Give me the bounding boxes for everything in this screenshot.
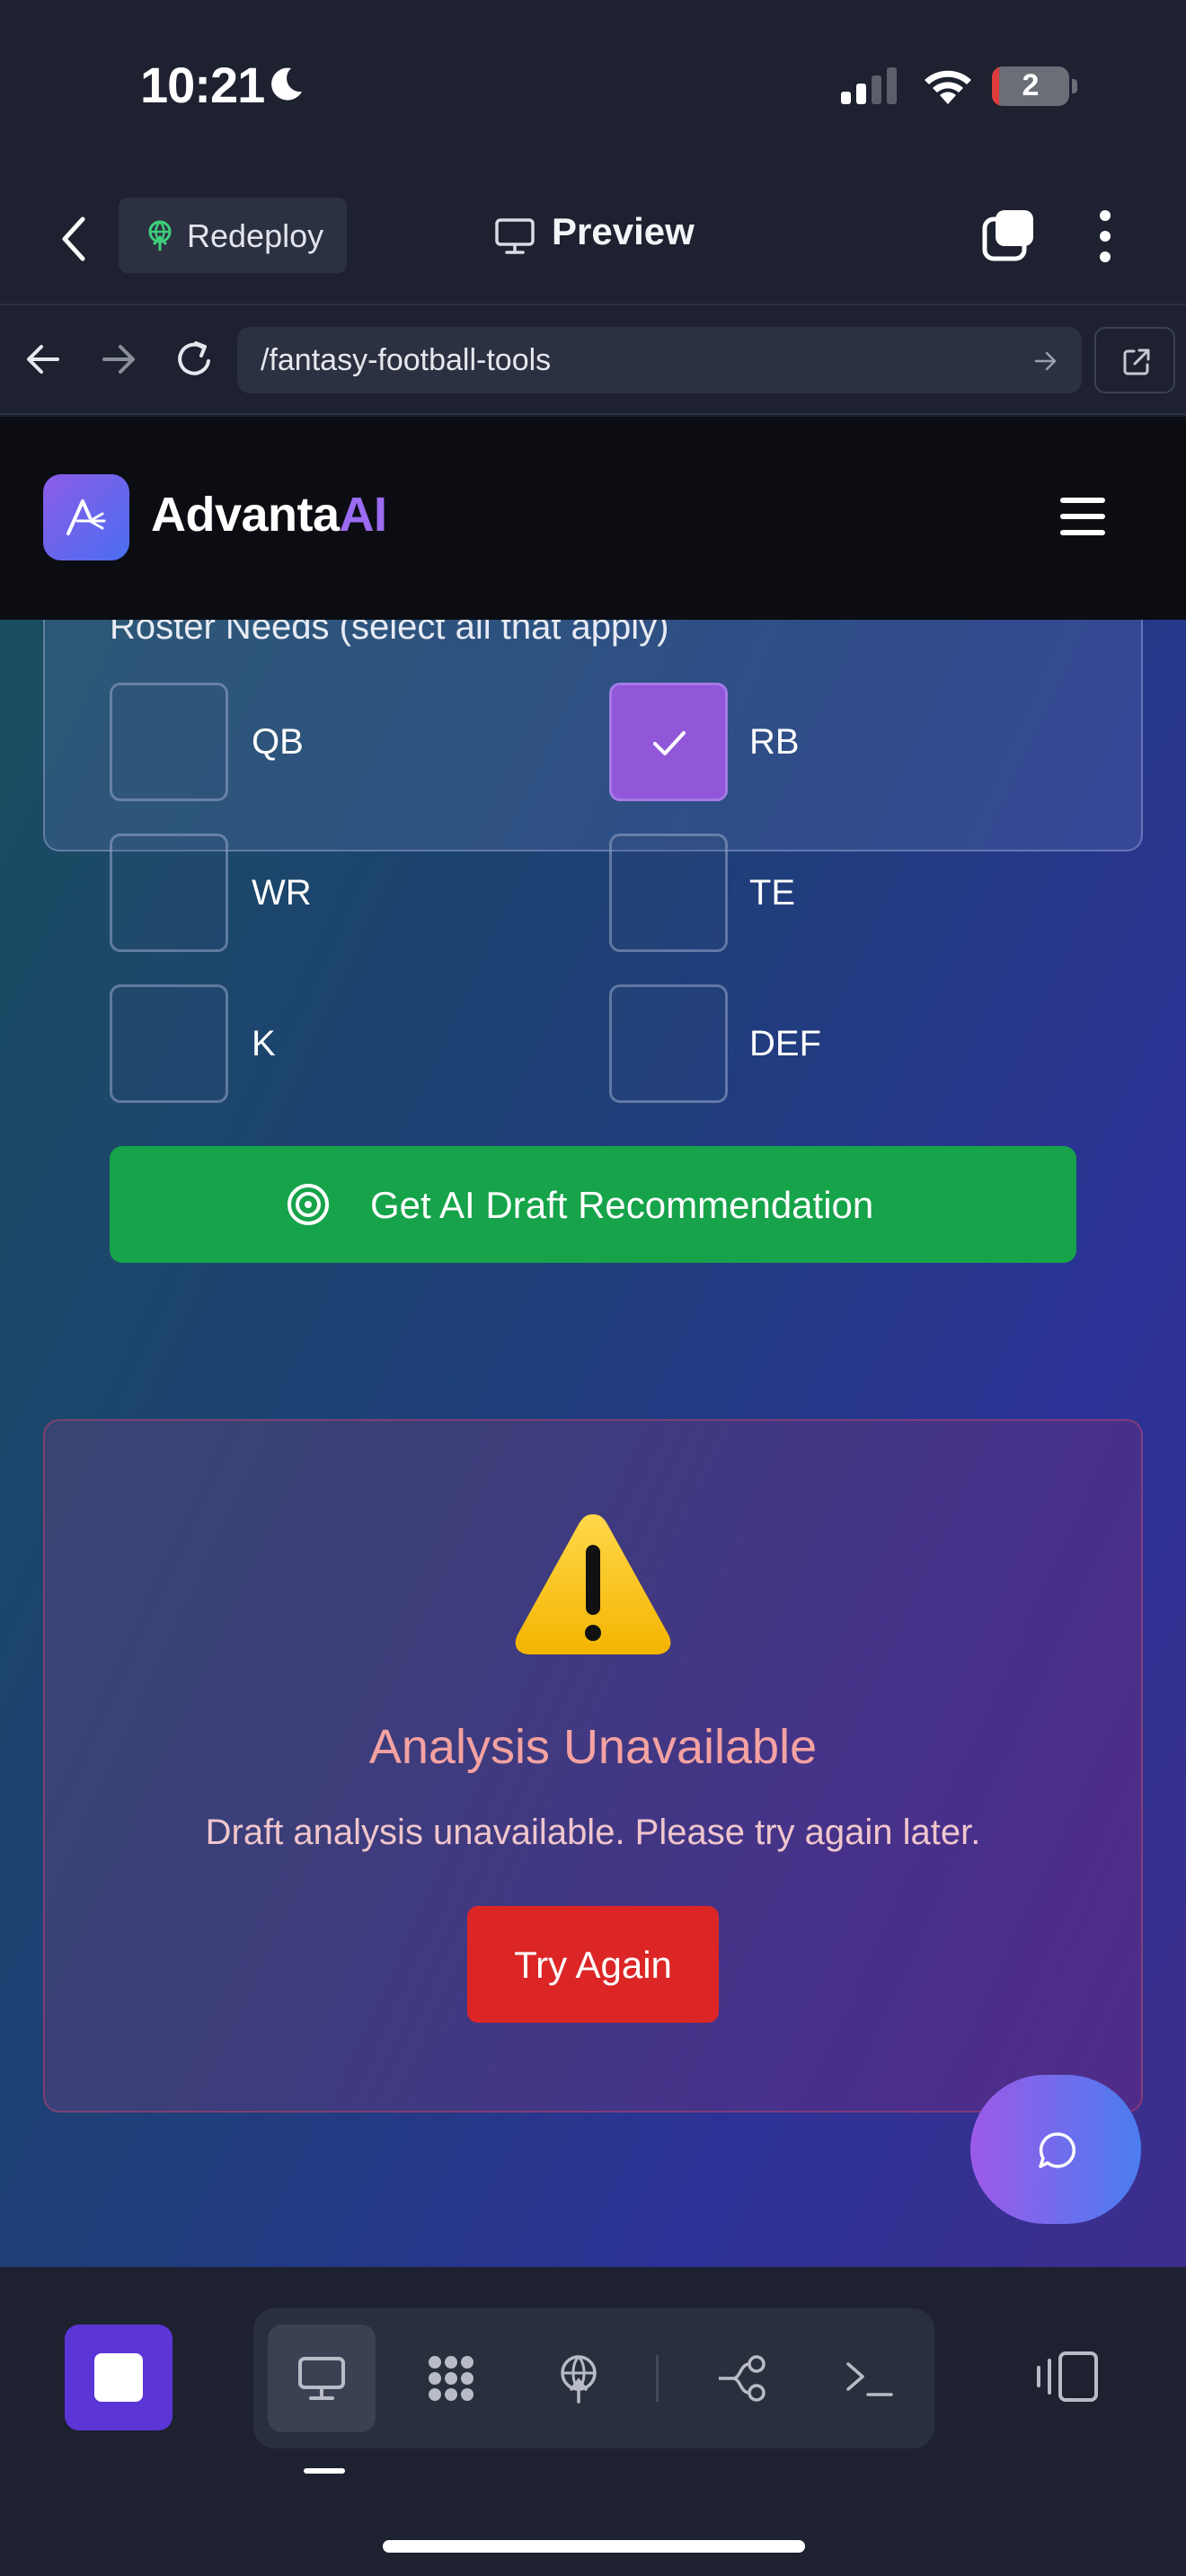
checkbox-rb[interactable]: [609, 683, 728, 801]
checkbox-label-te: TE: [749, 873, 796, 913]
tool-apps[interactable]: [397, 2325, 505, 2432]
tool-terminal[interactable]: [816, 2325, 924, 2432]
checkbox-wr[interactable]: [110, 834, 228, 952]
redeploy-label: Redeploy: [187, 217, 324, 254]
status-bar: 10:21 2: [0, 0, 1186, 171]
arrow-left-icon[interactable]: [25, 341, 61, 377]
chat-bubble-icon: [1039, 2132, 1075, 2168]
back-chevron-icon[interactable]: [58, 214, 90, 264]
redeploy-icon: [148, 220, 172, 251]
kebab-menu-icon[interactable]: [1091, 208, 1120, 264]
tool-group: [253, 2308, 934, 2448]
apps-grid-icon: [429, 2356, 474, 2401]
status-time: 10:21: [140, 57, 265, 113]
brand-name-suffix: AI: [339, 488, 388, 542]
arrow-right-icon[interactable]: [101, 341, 137, 377]
brand-name-prefix: Advanta: [151, 488, 340, 542]
get-draft-recommendation-button[interactable]: Get AI Draft Recommendation: [110, 1146, 1076, 1263]
checkbox-k[interactable]: [110, 984, 228, 1103]
reload-icon[interactable]: [173, 338, 216, 381]
battery-level: 2: [1022, 68, 1040, 102]
open-external-button[interactable]: [1094, 327, 1175, 393]
try-again-label: Try Again: [514, 1944, 672, 1986]
checkbox-label-k: K: [252, 1024, 276, 1063]
app-header: Redeploy Preview: [0, 171, 1186, 305]
url-text: /fantasy-football-tools: [261, 343, 552, 377]
go-arrow-icon[interactable]: [1033, 348, 1058, 374]
preview-title[interactable]: Preview: [552, 210, 695, 253]
site-header: AdvantaAI: [0, 417, 1186, 620]
tool-divider: [656, 2355, 659, 2402]
site-viewport: Roster Needs (select all that apply) QB …: [0, 417, 1186, 2267]
stop-icon: [94, 2353, 143, 2402]
error-message: Draft analysis unavailable. Please try a…: [205, 1813, 981, 1852]
redeploy-button[interactable]: Redeploy: [119, 198, 347, 273]
brand-name[interactable]: AdvantaAI: [151, 487, 387, 543]
terminal-icon: [846, 2362, 893, 2396]
tool-deploy[interactable]: [525, 2325, 633, 2432]
bottom-toolbar: [0, 2267, 1186, 2576]
target-icon: [288, 1184, 329, 1225]
git-branch-icon: [719, 2355, 766, 2402]
chat-button[interactable]: [970, 2075, 1141, 2224]
tool-preview[interactable]: [268, 2325, 376, 2432]
try-again-button[interactable]: Try Again: [467, 1906, 719, 2023]
checkbox-te[interactable]: [609, 834, 728, 952]
external-link-icon: [1123, 348, 1150, 375]
brand-logo[interactable]: [43, 474, 129, 560]
checkbox-label-wr: WR: [252, 873, 312, 913]
checkmark-icon: [653, 731, 686, 755]
signal-icon: [841, 67, 897, 104]
checkbox-label-def: DEF: [749, 1024, 821, 1063]
tool-git[interactable]: [688, 2325, 796, 2432]
tabs-icon[interactable]: [981, 207, 1037, 262]
checkbox-def[interactable]: [609, 984, 728, 1103]
stop-button[interactable]: [65, 2325, 173, 2430]
draft-button-label: Get AI Draft Recommendation: [370, 1184, 874, 1226]
browser-url-bar: /fantasy-football-tools: [0, 307, 1186, 415]
monitor-icon: [495, 218, 535, 254]
logo-icon: [66, 499, 106, 535]
home-indicator: [383, 2540, 805, 2553]
checkbox-label-qb: QB: [252, 722, 304, 762]
wifi-icon: [925, 70, 971, 104]
moon-icon: [271, 67, 302, 101]
url-input[interactable]: /fantasy-football-tools: [237, 327, 1082, 393]
checkbox-qb[interactable]: [110, 683, 228, 801]
battery-icon: 2: [992, 66, 1078, 106]
active-tool-indicator: [304, 2468, 345, 2474]
error-title: Analysis Unavailable: [368, 1720, 818, 1774]
hamburger-menu-icon[interactable]: [1058, 494, 1107, 539]
monitor-icon: [298, 2357, 345, 2400]
panel-icon[interactable]: [1033, 2350, 1100, 2404]
warning-icon: [515, 1514, 671, 1654]
checkbox-label-rb: RB: [749, 722, 800, 762]
deploy-icon: [561, 2355, 597, 2404]
